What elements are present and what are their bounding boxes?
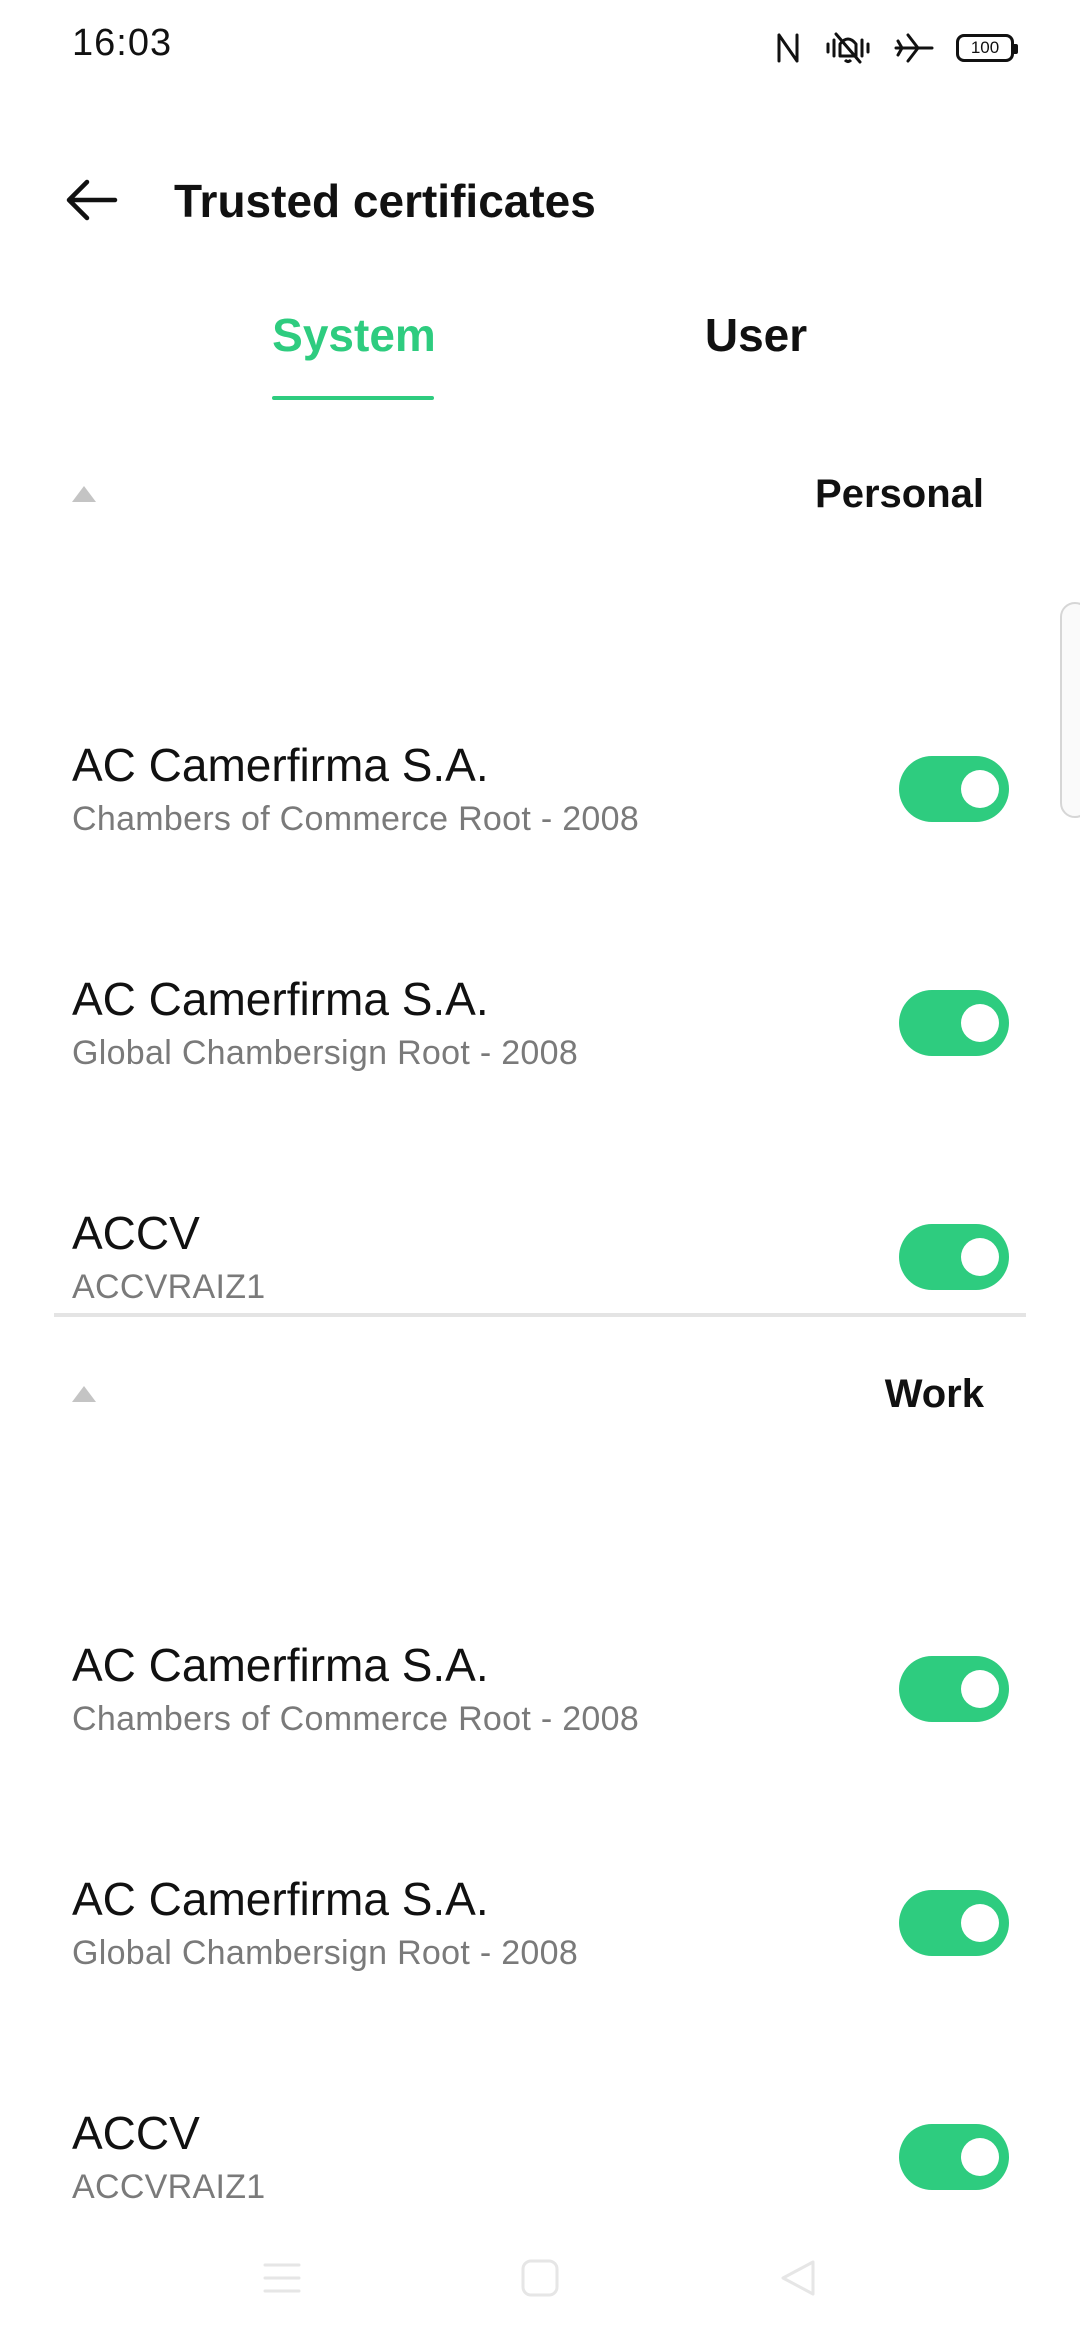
nav-bar — [0, 2230, 1080, 2340]
airplane-mode-icon — [894, 31, 934, 65]
cert-toggle[interactable] — [899, 1224, 1009, 1290]
cert-title: AC Camerfirma S.A. — [72, 1639, 489, 1691]
cert-subtitle: ACCVRAIZ1 — [72, 1268, 266, 1306]
vibrate-silent-icon — [824, 30, 872, 66]
toggle-knob — [961, 1904, 999, 1942]
back-triangle-icon — [778, 2258, 818, 2303]
home-icon — [520, 2258, 560, 2303]
toggle-knob — [961, 1238, 999, 1276]
cert-row[interactable]: AC Camerfirma S.A. Global Chambersign Ro… — [0, 972, 1080, 1102]
cert-subtitle: ACCVRAIZ1 — [72, 2168, 266, 2206]
cert-title: ACCV — [72, 1207, 200, 1259]
cert-toggle[interactable] — [899, 2124, 1009, 2190]
tab-user[interactable]: User — [690, 308, 822, 362]
status-bar: 16:03 100 — [0, 0, 1080, 96]
nfc-icon — [774, 31, 802, 65]
cert-toggle[interactable] — [899, 990, 1009, 1056]
cert-title: ACCV — [72, 2107, 200, 2159]
section-header-work[interactable]: Work — [0, 1358, 1080, 1438]
cert-title: AC Camerfirma S.A. — [72, 739, 489, 791]
cert-row[interactable]: ACCV ACCVRAIZ1 — [0, 2106, 1080, 2236]
tab-indicator — [272, 396, 434, 400]
cert-toggle[interactable] — [899, 756, 1009, 822]
collapse-arrow-icon[interactable] — [72, 1386, 96, 1402]
page-title: Trusted certificates — [174, 175, 596, 227]
collapse-arrow-icon[interactable] — [72, 486, 96, 502]
toggle-knob — [961, 1670, 999, 1708]
cert-title: AC Camerfirma S.A. — [72, 973, 489, 1025]
back-button[interactable] — [56, 170, 126, 234]
cert-subtitle: Global Chambersign Root - 2008 — [72, 1934, 579, 1972]
cert-toggle[interactable] — [899, 1656, 1009, 1722]
cert-toggle[interactable] — [899, 1890, 1009, 1956]
battery-icon: 100 — [956, 34, 1018, 62]
cert-row[interactable]: AC Camerfirma S.A. Chambers of Commerce … — [0, 1638, 1080, 1768]
status-time: 16:03 — [72, 22, 173, 64]
screen: 16:03 100 Trusted certificates System Us… — [0, 0, 1080, 2340]
nav-home-button[interactable] — [500, 2250, 580, 2310]
toggle-knob — [961, 2138, 999, 2176]
section-label: Work — [884, 1372, 984, 1416]
nav-menu-button[interactable] — [242, 2250, 322, 2310]
arrow-left-icon — [63, 178, 119, 227]
tab-bar: System User — [0, 290, 1080, 404]
tab-system[interactable]: System — [272, 308, 436, 362]
cert-subtitle: Chambers of Commerce Root - 2008 — [72, 800, 640, 838]
cert-subtitle: Global Chambersign Root - 2008 — [72, 1034, 579, 1072]
cert-subtitle: Chambers of Commerce Root - 2008 — [72, 1700, 640, 1738]
section-divider — [54, 1313, 1026, 1317]
section-header-personal[interactable]: Personal — [0, 458, 1080, 538]
toggle-knob — [961, 1004, 999, 1042]
nav-back-button[interactable] — [758, 2250, 838, 2310]
section-label: Personal — [815, 472, 984, 516]
cert-row[interactable]: AC Camerfirma S.A. Global Chambersign Ro… — [0, 1872, 1080, 2002]
cert-title: AC Camerfirma S.A. — [72, 1873, 489, 1925]
cert-row[interactable]: AC Camerfirma S.A. Chambers of Commerce … — [0, 738, 1080, 868]
menu-icon — [262, 2261, 302, 2300]
status-icons: 100 — [774, 28, 1018, 68]
scroll-handle[interactable] — [1060, 602, 1080, 818]
toggle-knob — [961, 770, 999, 808]
app-bar: Trusted certificates — [0, 150, 1080, 254]
